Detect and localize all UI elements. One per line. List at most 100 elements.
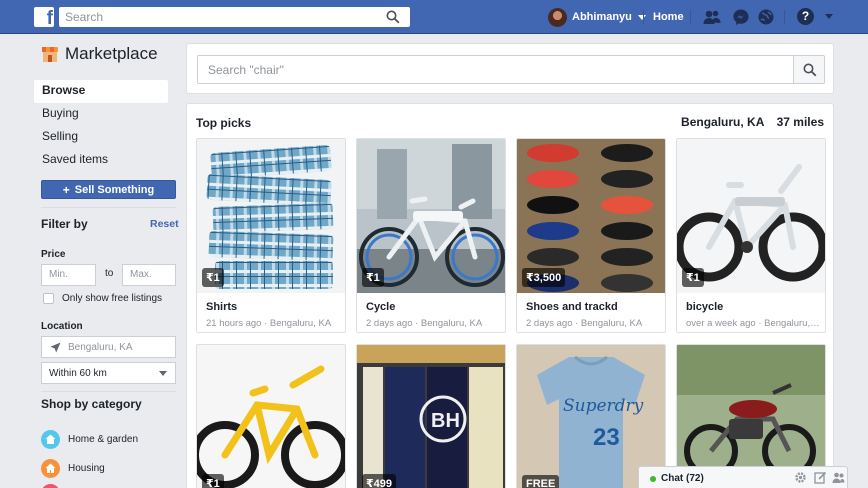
price-badge: ₹1 bbox=[202, 474, 224, 488]
nav-item-selling[interactable]: Selling bbox=[34, 126, 168, 149]
min-price-field[interactable]: Min. bbox=[41, 264, 96, 286]
plus-icon: + bbox=[62, 182, 70, 197]
nav-item-buying[interactable]: Buying bbox=[34, 103, 168, 126]
reset-link[interactable]: Reset bbox=[150, 218, 179, 230]
top-bar: f Abhimanyu Home ? bbox=[0, 0, 868, 34]
free-listings-checkbox[interactable] bbox=[43, 293, 54, 304]
divider bbox=[41, 207, 176, 208]
divider bbox=[643, 10, 644, 24]
avatar bbox=[548, 7, 567, 27]
global-search-input[interactable] bbox=[59, 7, 369, 27]
sell-something-label: Sell Something bbox=[74, 183, 155, 196]
listing-photo-shoes: ₹3,500 bbox=[517, 139, 665, 293]
price-badge: ₹3,500 bbox=[522, 268, 566, 287]
listing-title: Shirts bbox=[206, 301, 238, 313]
home-link[interactable]: Home bbox=[653, 11, 684, 23]
marketplace-search-button[interactable] bbox=[793, 55, 825, 84]
chat-bar[interactable]: Chat (72) bbox=[638, 466, 848, 488]
listing-card[interactable]: BH ₹499 bbox=[356, 344, 506, 488]
chat-label: Chat (72) bbox=[661, 473, 704, 484]
category-title: Shop by category bbox=[41, 397, 142, 411]
global-search bbox=[59, 7, 410, 27]
free-listings-label: Only show free listings bbox=[62, 293, 163, 304]
search-icon[interactable] bbox=[386, 10, 400, 24]
location-value: Bengaluru, KA bbox=[68, 342, 133, 353]
marketplace-search-panel bbox=[186, 43, 834, 94]
max-price-field[interactable]: Max. bbox=[122, 264, 176, 286]
logo-letter: f bbox=[46, 8, 53, 27]
marketplace-title: Marketplace bbox=[41, 44, 158, 64]
group-chat-icon[interactable] bbox=[832, 471, 845, 484]
sell-something-button[interactable]: + Sell Something bbox=[41, 180, 176, 199]
chevron-down-icon bbox=[637, 14, 646, 20]
svg-text:BH: BH bbox=[431, 410, 460, 432]
price-label: Price bbox=[41, 249, 66, 260]
search-icon bbox=[803, 63, 817, 77]
svg-text:Superdry: Superdry bbox=[563, 396, 644, 416]
picks-location[interactable]: Bengaluru, KA 37 miles bbox=[681, 115, 824, 129]
listing-photo-shirts: ₹1 bbox=[197, 139, 345, 293]
category-icon bbox=[41, 484, 60, 488]
housing-icon bbox=[41, 459, 60, 478]
marketplace-nav: Browse Buying Selling Saved items bbox=[34, 80, 168, 172]
listing-card[interactable]: ₹3,500 Shoes and trackd 2 days ago · Ben… bbox=[516, 138, 666, 333]
listing-card[interactable]: ₹1 Cycle 2 days ago · Bengaluru, KA bbox=[356, 138, 506, 333]
messenger-icon[interactable] bbox=[732, 8, 750, 26]
nav-item-saved-items[interactable]: Saved items bbox=[34, 149, 168, 172]
location-field[interactable]: Bengaluru, KA bbox=[41, 336, 176, 358]
marketplace-title-text: Marketplace bbox=[65, 44, 158, 63]
listing-meta: 21 hours ago · Bengaluru, KA bbox=[206, 318, 332, 329]
to-label: to bbox=[105, 268, 114, 279]
location-label: Location bbox=[41, 321, 83, 332]
compose-icon[interactable] bbox=[814, 471, 827, 484]
notifications-globe-icon[interactable] bbox=[757, 8, 775, 26]
user-name: Abhimanyu bbox=[572, 11, 632, 23]
help-icon[interactable]: ? bbox=[797, 8, 814, 25]
listing-title: Shoes and trackd bbox=[526, 301, 618, 313]
listing-meta: 2 days ago · Bengaluru, KA bbox=[366, 318, 483, 329]
price-badge: FREE bbox=[522, 475, 560, 488]
price-badge: ₹1 bbox=[202, 268, 224, 287]
gear-icon[interactable] bbox=[794, 471, 807, 484]
nav-item-browse[interactable]: Browse bbox=[34, 80, 168, 103]
listing-card[interactable]: ₹1 bbox=[196, 344, 346, 488]
category-label: Home & garden bbox=[68, 434, 139, 445]
svg-text:23: 23 bbox=[593, 424, 620, 451]
price-badge: ₹1 bbox=[682, 268, 704, 287]
marketplace-search-input[interactable] bbox=[198, 56, 793, 83]
top-picks-title: Top picks bbox=[196, 116, 252, 130]
listing-meta: 2 days ago · Bengaluru, KA bbox=[526, 318, 643, 329]
listing-card[interactable]: ₹1 Shirts 21 hours ago · Bengaluru, KA bbox=[196, 138, 346, 333]
listing-photo-cycle: ₹1 bbox=[357, 139, 505, 293]
home-garden-icon bbox=[41, 430, 60, 449]
location-arrow-icon bbox=[50, 342, 61, 353]
listing-title: bicycle bbox=[686, 301, 724, 313]
chevron-down-icon bbox=[159, 371, 167, 376]
marketplace-shop-icon bbox=[42, 47, 58, 62]
divider bbox=[41, 391, 176, 392]
friend-requests-icon[interactable] bbox=[703, 8, 721, 26]
category-housing[interactable]: Housing bbox=[41, 459, 105, 478]
radius-select[interactable]: Within 60 km bbox=[41, 362, 176, 384]
filter-title: Filter by bbox=[41, 217, 88, 231]
account-menu-chevron-icon[interactable] bbox=[825, 14, 833, 19]
listing-meta: over a week ago · Bengaluru, KA bbox=[686, 318, 820, 329]
picks-location-radius: 37 miles bbox=[776, 115, 824, 129]
listing-title: Cycle bbox=[366, 301, 396, 313]
category-more[interactable] bbox=[41, 484, 68, 488]
divider bbox=[784, 10, 785, 24]
listing-photo: BH ₹499 bbox=[357, 345, 505, 488]
listing-photo-bicycle: ₹1 bbox=[677, 139, 825, 293]
listing-card[interactable]: ₹1 bicycle over a week ago · Bengaluru, … bbox=[676, 138, 826, 333]
price-badge: ₹499 bbox=[362, 474, 397, 488]
facebook-logo[interactable]: f bbox=[34, 7, 54, 27]
profile-link[interactable]: Abhimanyu bbox=[548, 7, 646, 27]
radius-value: Within 60 km bbox=[49, 368, 107, 379]
top-picks-panel: Top picks Bengaluru, KA 37 miles ₹1 Shir… bbox=[186, 103, 834, 488]
category-label: Housing bbox=[68, 463, 105, 474]
listing-photo: ₹1 bbox=[197, 345, 345, 488]
price-badge: ₹1 bbox=[362, 268, 384, 287]
category-home-garden[interactable]: Home & garden bbox=[41, 430, 138, 449]
online-status-icon bbox=[650, 476, 656, 482]
divider bbox=[690, 10, 691, 24]
